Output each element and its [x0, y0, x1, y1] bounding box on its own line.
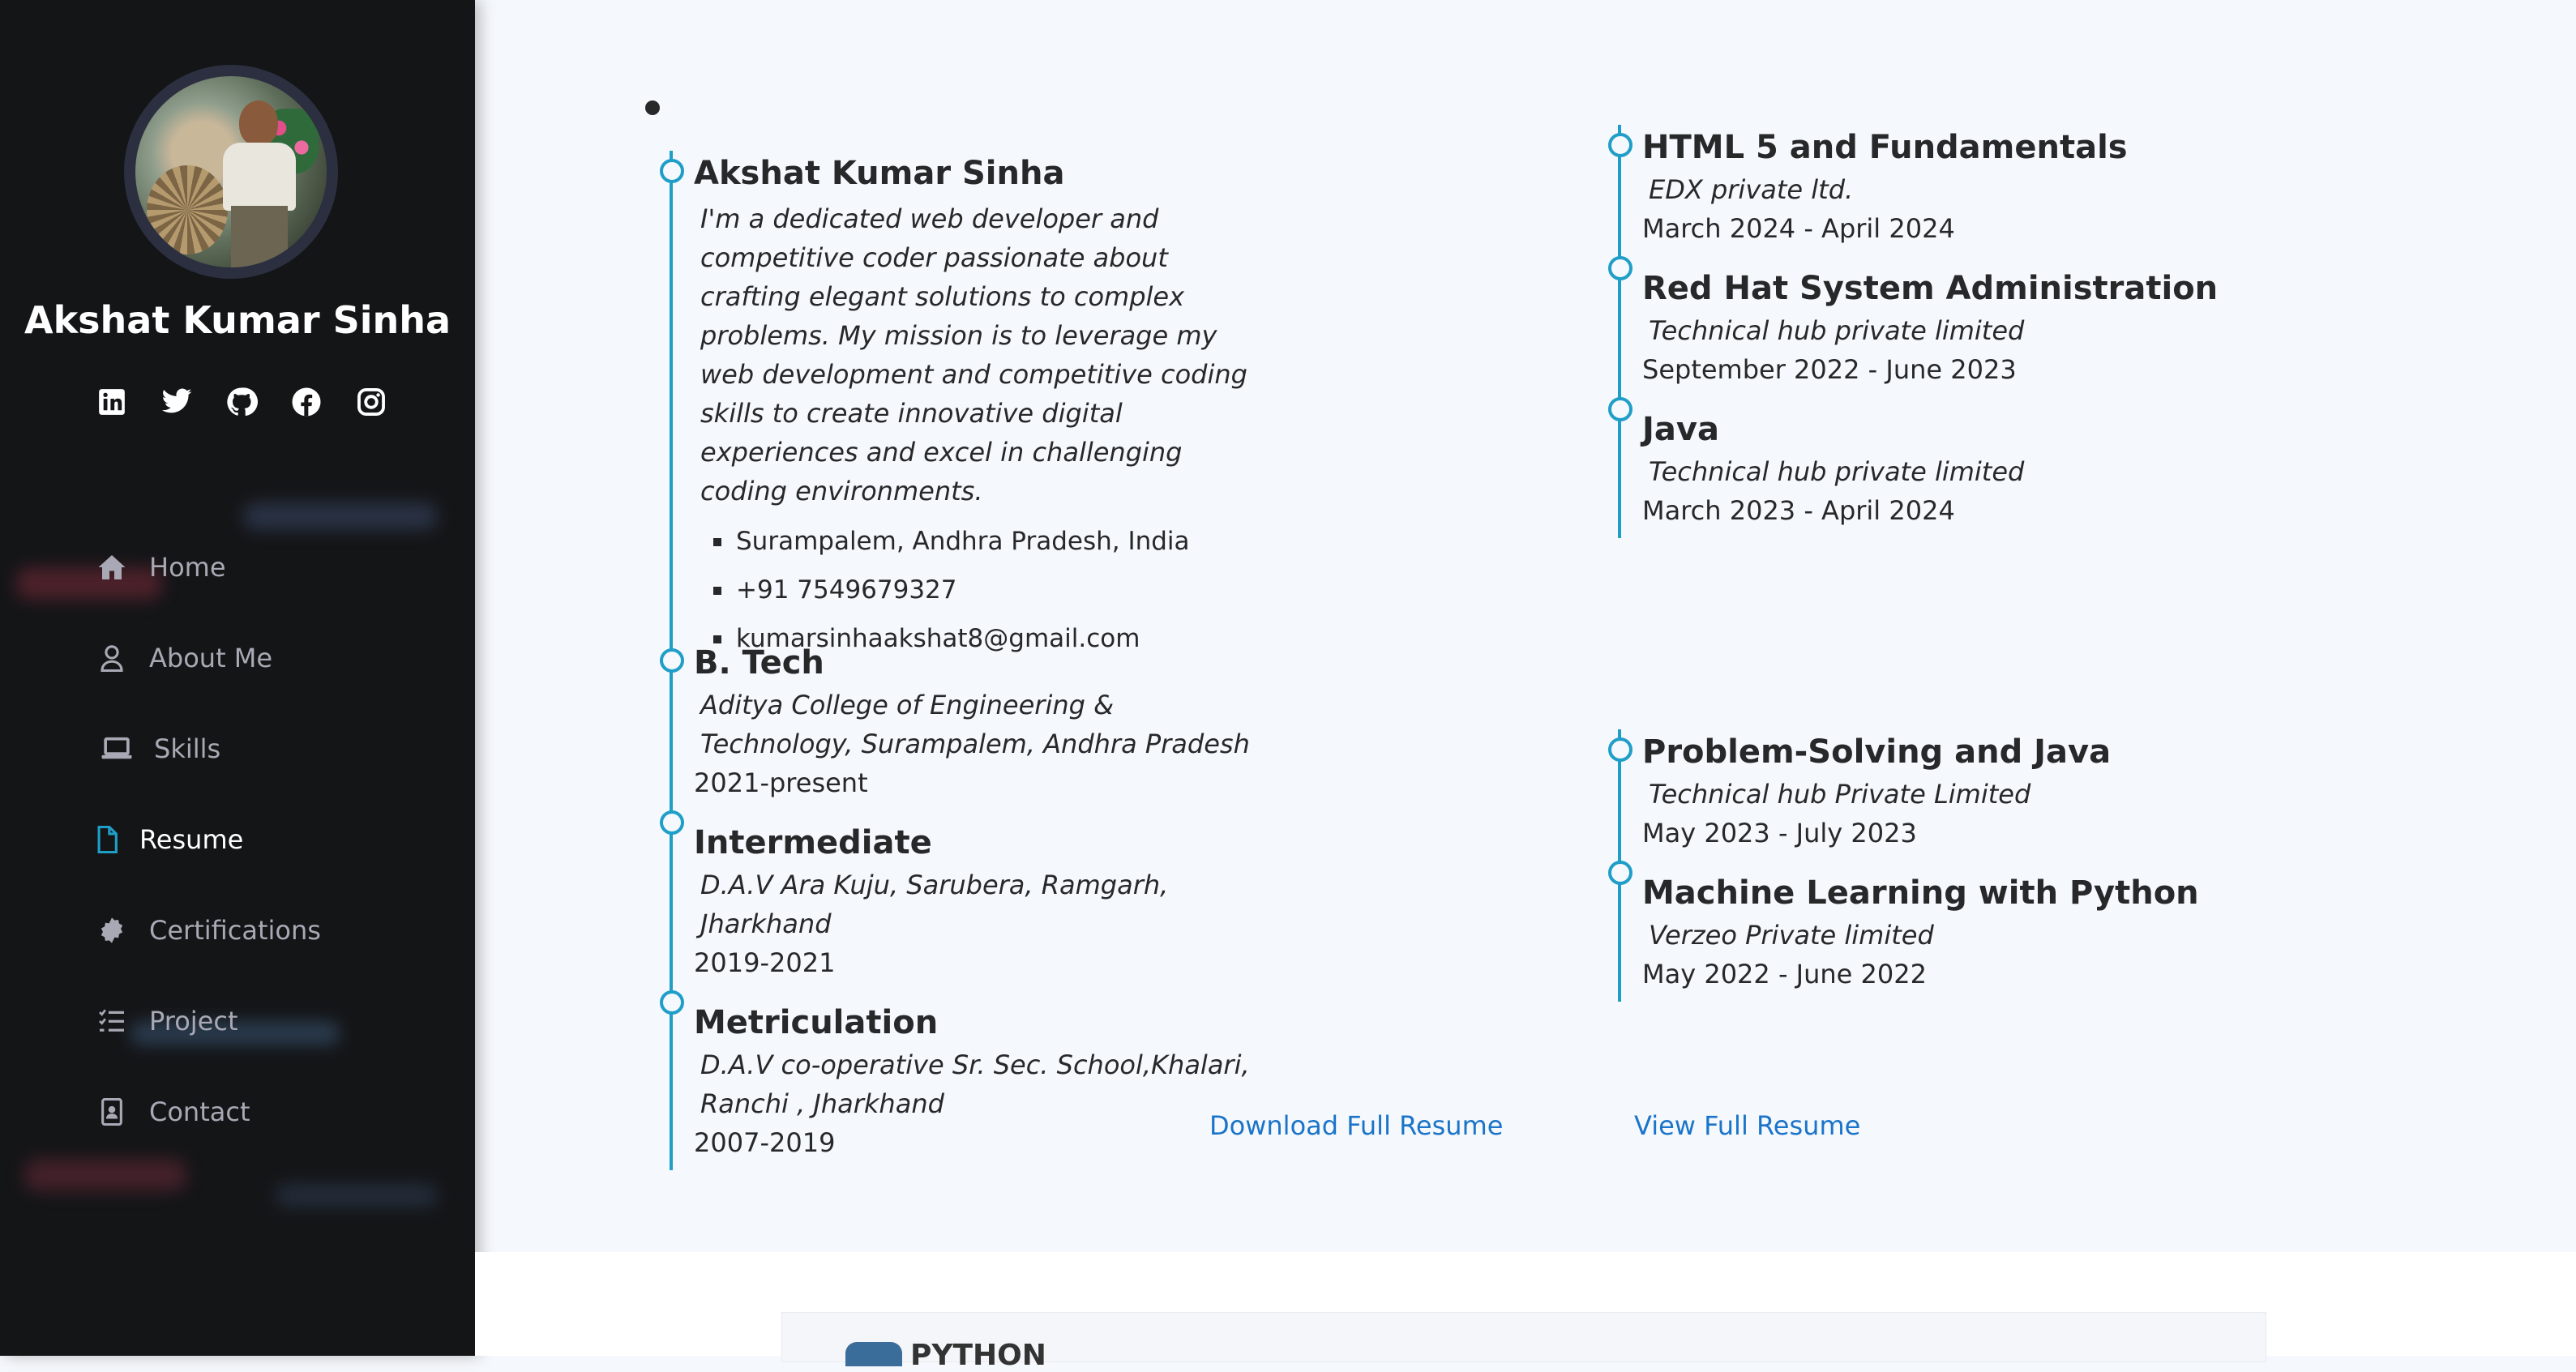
- nav-item-skills[interactable]: Skills: [96, 703, 321, 794]
- certification-title: HTML 5 and Fundamentals: [1642, 129, 2128, 166]
- certification-org: Technical hub private limited: [1649, 315, 2025, 346]
- social-links: [92, 383, 391, 421]
- education-org: Aditya College of Engineering & Technolo…: [700, 690, 1250, 759]
- sidebar: Akshat Kumar Sinha Home About Me Skills: [0, 0, 475, 1356]
- education-period: 2007-2019: [694, 1127, 836, 1158]
- nav-label: Contact: [149, 1096, 250, 1127]
- github-icon[interactable]: [222, 383, 261, 421]
- summary-description: I'm a dedicated web developer and compet…: [700, 203, 1247, 506]
- education-org: D.A.V co-operative Sr. Sec. School,Khala…: [700, 1049, 1250, 1119]
- certification-title: Problem-Solving and Java: [1642, 733, 2112, 771]
- summary-column: Akshat Kumar Sinha I'm a dedicated web d…: [660, 151, 1269, 665]
- badge-icon: [96, 914, 128, 947]
- nav-item-certifications[interactable]: Certifications: [96, 885, 321, 976]
- certification-item: HTML 5 and Fundamentals EDX private ltd.…: [1608, 125, 2283, 248]
- education-item: Intermediate D.A.V Ara Kuju, Sarubera, R…: [660, 802, 1269, 982]
- nav-item-project[interactable]: Project: [96, 976, 321, 1066]
- nav-item-about[interactable]: About Me: [96, 613, 321, 703]
- side-nav: Home About Me Skills Resume Certificatio…: [96, 522, 321, 1157]
- certification-item: Machine Learning with Python Verzeo Priv…: [1608, 853, 2283, 1002]
- home-icon: [96, 551, 128, 583]
- education-item: B. Tech Aditya College of Engineering & …: [660, 640, 1269, 802]
- nav-label: Home: [149, 552, 226, 583]
- certification-period: March 2024 - April 2024: [1642, 213, 1955, 244]
- education-column: B. Tech Aditya College of Engineering & …: [660, 640, 1269, 1170]
- education-period: 2019-2021: [694, 947, 836, 978]
- certification-org: EDX private ltd.: [1649, 174, 1854, 205]
- contact-phone: +91 7549679327: [713, 566, 1269, 614]
- nav-label: Certifications: [149, 915, 321, 946]
- background-code-blur: [276, 1183, 438, 1207]
- certifications-column-2: Problem-Solving and Java Technical hub P…: [1608, 729, 2283, 1002]
- laptop-icon: [101, 733, 133, 765]
- certification-org: Verzeo Private limited: [1649, 920, 1934, 951]
- nav-item-contact[interactable]: Contact: [96, 1066, 321, 1157]
- certification-period: May 2023 - July 2023: [1642, 818, 1917, 848]
- nav-label: Resume: [139, 824, 244, 855]
- certification-item: Red Hat System Administration Technical …: [1608, 248, 2283, 389]
- list-icon: [96, 1005, 128, 1037]
- next-section: PYTHON: [475, 1252, 2576, 1372]
- nav-label: Skills: [154, 733, 221, 764]
- nav-item-home[interactable]: Home: [96, 522, 321, 613]
- linkedin-icon[interactable]: [92, 383, 131, 421]
- summary-name: Akshat Kumar Sinha: [694, 155, 1065, 192]
- profile-name: Akshat Kumar Sinha: [24, 298, 451, 342]
- certification-period: September 2022 - June 2023: [1642, 354, 2017, 385]
- contact-address: Surampalem, Andhra Pradesh, India: [713, 517, 1269, 566]
- facebook-icon[interactable]: [287, 383, 326, 421]
- nav-label: About Me: [149, 643, 273, 673]
- contact-card-icon: [96, 1096, 128, 1128]
- nav-label: Project: [149, 1006, 238, 1036]
- certification-title: Machine Learning with Python: [1642, 874, 2199, 912]
- certification-period: May 2022 - June 2022: [1642, 959, 1927, 989]
- avatar: [124, 65, 338, 279]
- certification-item: Problem-Solving and Java Technical hub P…: [1608, 729, 2283, 853]
- instagram-icon[interactable]: [352, 383, 391, 421]
- certification-title: Red Hat System Administration: [1642, 270, 2219, 307]
- summary-item: Akshat Kumar Sinha I'm a dedicated web d…: [660, 151, 1269, 665]
- python-logo-icon: [845, 1342, 902, 1366]
- education-item: Metriculation D.A.V co-operative Sr. Sec…: [660, 982, 1269, 1170]
- download-resume-link[interactable]: Download Full Resume: [1209, 1110, 1503, 1141]
- certificate-card: PYTHON: [781, 1312, 2266, 1372]
- education-period: 2021-present: [694, 767, 868, 798]
- nav-item-resume[interactable]: Resume: [96, 794, 321, 885]
- certifications-column: HTML 5 and Fundamentals EDX private ltd.…: [1608, 125, 2283, 538]
- resume-section: Akshat Kumar Sinha I'm a dedicated web d…: [475, 0, 2576, 1252]
- background-code-blur: [24, 1159, 186, 1191]
- certification-item: Java Technical hub private limited March…: [1608, 389, 2283, 538]
- user-icon: [96, 642, 128, 674]
- education-title: Intermediate: [694, 824, 932, 861]
- education-title: B. Tech: [694, 644, 824, 682]
- certification-org: Technical hub Private Limited: [1649, 779, 2031, 810]
- education-org: D.A.V Ara Kuju, Sarubera, Ramgarh, Jhark…: [700, 870, 1169, 939]
- view-resume-link[interactable]: View Full Resume: [1634, 1110, 1860, 1141]
- education-title: Metriculation: [694, 1004, 939, 1041]
- certification-org: Technical hub private limited: [1649, 456, 2025, 487]
- twitter-icon[interactable]: [157, 383, 196, 421]
- certification-title: Java: [1642, 411, 1719, 448]
- file-icon: [96, 823, 118, 856]
- certification-period: March 2023 - April 2024: [1642, 495, 1955, 526]
- bullet-dot: [645, 100, 660, 115]
